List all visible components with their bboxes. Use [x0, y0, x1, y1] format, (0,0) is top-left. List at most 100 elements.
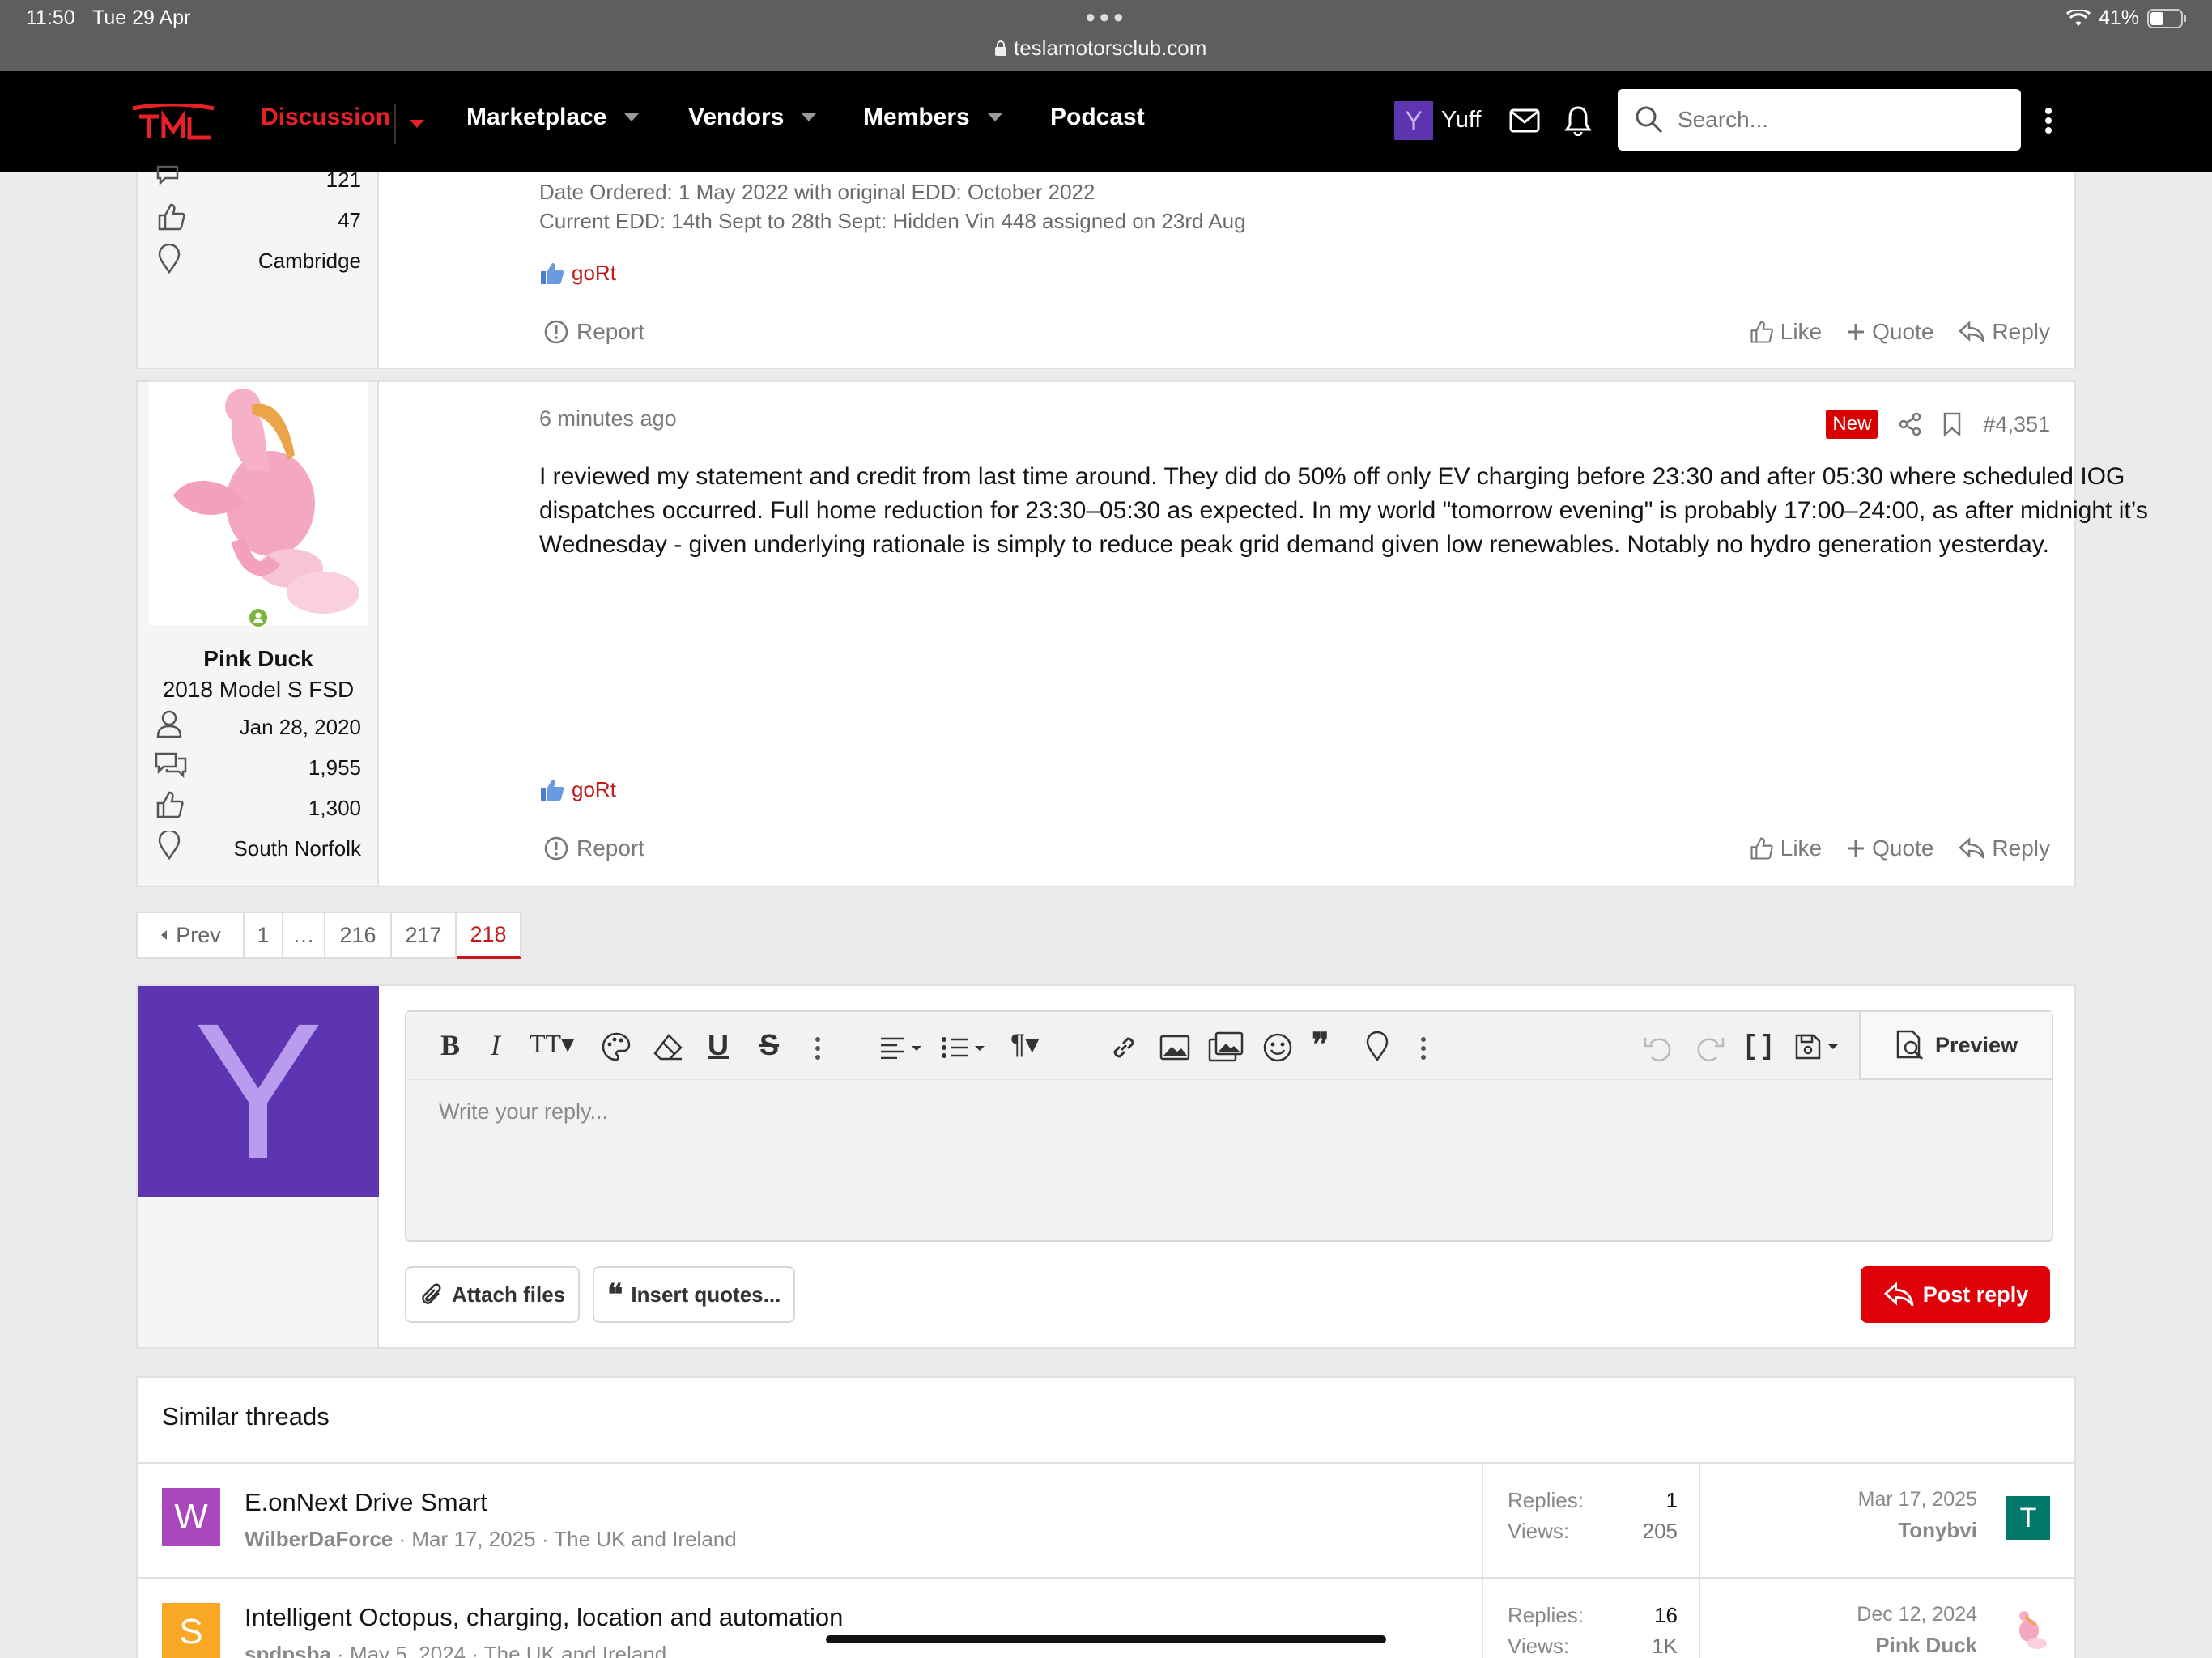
mail-icon[interactable]	[1509, 108, 1540, 133]
thread-title[interactable]: Intelligent Octopus, charging, location …	[245, 1603, 843, 1632]
eraser-icon[interactable]	[653, 1033, 683, 1061]
underline-icon[interactable]: U	[708, 1028, 729, 1062]
views-label: Views:	[1508, 1519, 1570, 1543]
save-draft-icon[interactable]	[1794, 1033, 1843, 1061]
quote-label: Quote	[1872, 835, 1934, 861]
quote-icon[interactable]: ❞	[1312, 1027, 1329, 1064]
bbcode-toggle-icon[interactable]: [ ]	[1746, 1030, 1772, 1061]
thread-title[interactable]: E.onNext Drive Smart	[245, 1488, 487, 1517]
reply-button[interactable]: Reply	[1958, 835, 2050, 861]
nav-marketplace[interactable]: Marketplace	[466, 104, 640, 131]
nav-podcast[interactable]: Podcast	[1050, 104, 1145, 131]
search-box[interactable]	[1618, 89, 2021, 151]
user-avatar[interactable]: Y	[1394, 101, 1433, 140]
like-label: Like	[1780, 835, 1823, 861]
image-icon[interactable]	[1159, 1035, 1190, 1061]
report-link[interactable]: Report	[544, 319, 644, 345]
italic-icon[interactable]: I	[491, 1028, 500, 1062]
text-size-icon[interactable]: TT▾	[530, 1028, 574, 1059]
report-link[interactable]: Report	[544, 835, 644, 861]
nav-members[interactable]: Members	[863, 104, 1002, 131]
post-timestamp[interactable]: 6 minutes ago	[539, 406, 677, 432]
reactions-bar[interactable]: goRt	[539, 777, 616, 802]
plus-icon	[1848, 840, 1865, 857]
nav-vendors[interactable]: Vendors	[688, 104, 817, 131]
tab-dots-icon[interactable]: ●●●	[1085, 6, 1127, 28]
link-icon[interactable]	[1108, 1031, 1140, 1064]
more-vertical-icon[interactable]	[815, 1036, 821, 1061]
more-vertical-icon[interactable]	[2044, 107, 2053, 134]
reply-avatar[interactable]: Y	[138, 986, 379, 1197]
reply-button[interactable]: Reply	[1958, 319, 2050, 345]
marketplace-chevron-down-icon[interactable]	[624, 113, 640, 121]
reaction-user[interactable]: goRt	[572, 261, 616, 286]
quote-button[interactable]: Quote	[1846, 319, 1933, 345]
home-indicator[interactable]	[826, 1635, 1386, 1643]
thread-row[interactable]: W E.onNext Drive Smart WilberDaForce · M…	[138, 1464, 2074, 1579]
nav-discussion[interactable]: Discussion	[261, 104, 390, 131]
share-icon[interactable]	[1899, 412, 1921, 436]
username[interactable]: Yuff	[1441, 107, 1481, 134]
thread-author-avatar[interactable]: W	[162, 1488, 220, 1546]
vendors-chevron-down-icon[interactable]	[802, 113, 817, 121]
more-vertical-icon[interactable]	[1420, 1036, 1427, 1061]
editor-toolbar: B I TT▾ U S ¶▾ ❞ [ ] Preview	[406, 1012, 2052, 1080]
align-icon[interactable]	[879, 1036, 925, 1059]
page-link[interactable]: 217	[392, 912, 457, 959]
post-reply-button[interactable]: Post reply	[1861, 1266, 2050, 1323]
last-post-user[interactable]: Tonybvi	[1858, 1518, 1977, 1543]
prev-page-button[interactable]: Prev	[136, 912, 245, 959]
palette-icon[interactable]	[601, 1031, 632, 1062]
stat-location-value: Cambridge	[257, 248, 361, 273]
bell-icon[interactable]	[1564, 105, 1592, 136]
quote-button[interactable]: Quote	[1846, 835, 1933, 861]
redo-icon[interactable]	[1694, 1033, 1726, 1062]
bold-icon[interactable]: B	[440, 1028, 460, 1062]
post-author-name[interactable]: Pink Duck	[138, 646, 379, 672]
like-reaction-icon	[541, 779, 564, 801]
smiley-icon[interactable]	[1263, 1033, 1292, 1062]
reaction-user[interactable]: goRt	[572, 777, 616, 802]
user-avatar-flamingo[interactable]	[149, 382, 368, 625]
thread-forum[interactable]: The UK and Ireland	[554, 1527, 736, 1551]
discussion-chevron-down-icon[interactable]	[410, 120, 424, 128]
address-bar[interactable]: teslamotorsclub.com	[994, 36, 1206, 61]
search-input[interactable]	[1678, 107, 2001, 133]
page-link[interactable]: 216	[325, 912, 392, 959]
page-link-current[interactable]: 218	[457, 912, 521, 959]
paperclip-icon	[422, 1283, 441, 1304]
preview-button[interactable]: Preview	[1859, 1012, 2052, 1080]
like-button[interactable]: Like	[1750, 319, 1822, 345]
page-link[interactable]: 1	[243, 912, 283, 959]
media-icon[interactable]	[1208, 1031, 1244, 1062]
last-post-avatar-flamingo[interactable]	[2006, 1608, 2050, 1652]
stat-messages-value: 1,955	[308, 755, 361, 780]
last-post-user[interactable]: Pink Duck	[1857, 1633, 1977, 1658]
location-icon[interactable]	[1365, 1031, 1389, 1062]
undo-icon[interactable]	[1642, 1033, 1674, 1062]
last-post-avatar[interactable]: T	[2006, 1496, 2050, 1540]
search-icon	[1636, 106, 1663, 134]
insert-quotes-button[interactable]: ❝ Insert quotes...	[593, 1266, 796, 1323]
thread-author-avatar[interactable]: S	[162, 1603, 220, 1658]
tmc-logo[interactable]	[131, 104, 215, 141]
last-post-date[interactable]: Dec 12, 2024	[1857, 1603, 1977, 1626]
reply-editor[interactable]: B I TT▾ U S ¶▾ ❞ [ ] Preview Write your …	[405, 1010, 2053, 1242]
like-button[interactable]: Like	[1750, 835, 1822, 861]
page-jump[interactable]: …	[283, 912, 325, 959]
members-chevron-down-icon[interactable]	[987, 113, 1002, 121]
reply-textarea[interactable]: Write your reply...	[439, 1099, 608, 1124]
list-icon[interactable]	[941, 1036, 989, 1059]
thread-author[interactable]: spdpsba	[245, 1642, 331, 1658]
paragraph-icon[interactable]: ¶▾	[1010, 1028, 1039, 1061]
thread-row[interactable]: S Intelligent Octopus, charging, locatio…	[138, 1579, 2074, 1658]
thread-author[interactable]: WilberDaForce	[245, 1527, 393, 1551]
bookmark-icon[interactable]	[1942, 412, 1962, 436]
attach-files-button[interactable]: Attach files	[405, 1266, 581, 1323]
stat-joined: Jan 28, 2020	[154, 711, 361, 743]
last-post-date[interactable]: Mar 17, 2025	[1858, 1488, 1977, 1511]
reactions-bar[interactable]: goRt	[539, 261, 616, 286]
strikethrough-icon[interactable]: S	[759, 1028, 779, 1062]
thread-forum[interactable]: The UK and Ireland	[484, 1642, 666, 1658]
post-number[interactable]: #4,351	[1983, 412, 2050, 437]
